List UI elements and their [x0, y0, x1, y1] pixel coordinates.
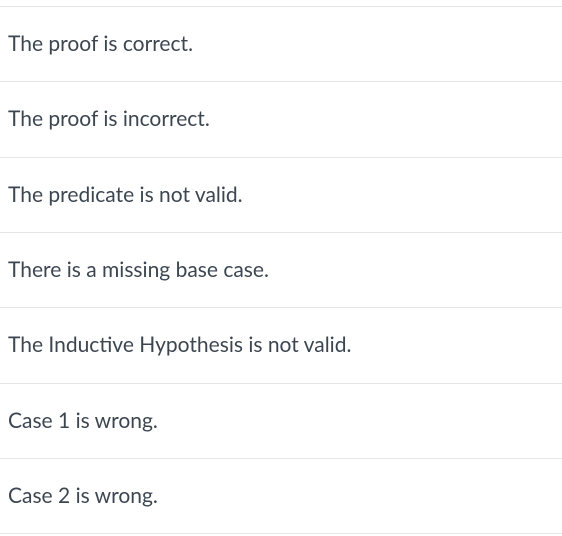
list-item[interactable]: The Inductive Hypothesis is not valid.	[0, 307, 562, 382]
option-text: Case 1 is wrong.	[8, 408, 158, 433]
option-text: The Inductive Hypothesis is not valid.	[8, 332, 351, 357]
list-item[interactable]: Case 1 is wrong.	[0, 383, 562, 458]
option-text: The predicate is not valid.	[8, 182, 243, 207]
option-text: Case 2 is wrong.	[8, 483, 158, 508]
list-item[interactable]: The proof is incorrect.	[0, 81, 562, 156]
option-text: There is a missing base case.	[8, 257, 269, 282]
option-text: The proof is incorrect.	[8, 106, 210, 131]
option-text: The proof is correct.	[8, 31, 193, 56]
list-item[interactable]: The proof is correct.	[0, 6, 562, 81]
list-item[interactable]: Case 2 is wrong.	[0, 458, 562, 534]
list-item[interactable]: There is a missing base case.	[0, 232, 562, 307]
options-list: The proof is correct. The proof is incor…	[0, 0, 562, 534]
list-item[interactable]: The predicate is not valid.	[0, 157, 562, 232]
